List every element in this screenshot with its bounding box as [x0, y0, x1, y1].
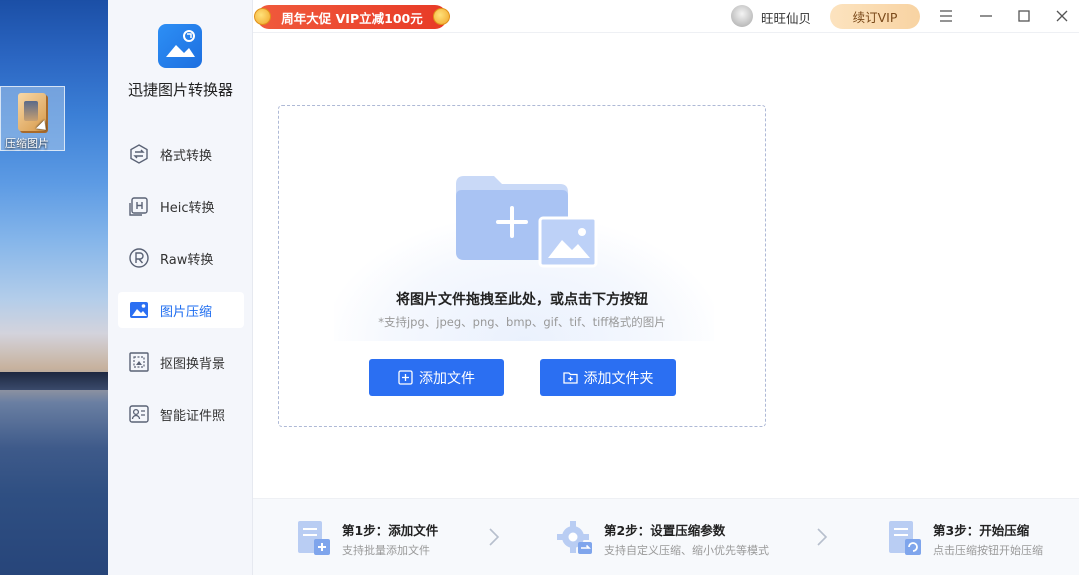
sidebar-item-label: 图片压缩	[160, 304, 213, 320]
app-logo-icon	[158, 24, 202, 68]
add-file-button[interactable]: 添加文件	[369, 359, 504, 396]
desktop-icon-label: 压缩图片	[5, 137, 49, 150]
start-compress-step-icon	[889, 521, 921, 555]
step-title: 第2步：设置压缩参数	[604, 523, 726, 538]
sidebar-item-label: Heic转换	[160, 200, 215, 216]
promo-text: 周年大促 VIP立减100元	[281, 10, 423, 26]
sidebar-item-label: 格式转换	[160, 148, 213, 164]
drop-zone-subtitle: *支持jpg、jpeg、png、bmp、gif、tif、tiff格式的图片	[378, 315, 666, 329]
settings-step-icon	[557, 521, 592, 554]
id-photo-icon	[129, 405, 149, 423]
coin-icon	[433, 8, 450, 25]
sidebar-item-heic[interactable]: Heic转换	[118, 188, 244, 224]
maximize-icon[interactable]	[1014, 6, 1034, 26]
add-file-step-icon	[298, 521, 330, 555]
add-file-icon	[398, 370, 413, 385]
heic-icon	[129, 197, 148, 216]
format-convert-icon	[130, 144, 148, 164]
step-desc: 支持自定义压缩、缩小优先等模式	[604, 544, 769, 557]
steps-bar: 第1步：添加文件 支持批量添加文件 第2步：设置压缩参数 支持自定义压缩、缩小优…	[253, 498, 1079, 575]
app-name: 迅捷图片转换器	[127, 81, 233, 99]
avatar[interactable]	[731, 5, 753, 27]
sidebar-item-id-photo[interactable]: 智能证件照	[118, 396, 244, 432]
sidebar-item-format-convert[interactable]: 格式转换	[118, 136, 244, 172]
image-compress-icon	[130, 302, 148, 318]
chevron-right-icon	[489, 528, 500, 546]
sidebar-item-label: Raw转换	[160, 252, 214, 268]
step-desc: 支持批量添加文件	[342, 544, 430, 557]
desktop-horizon	[0, 372, 108, 390]
close-icon[interactable]	[1052, 6, 1072, 26]
cutout-icon	[129, 352, 149, 372]
add-folder-button[interactable]: 添加文件夹	[540, 359, 676, 396]
step-desc: 点击压缩按钮开始压缩	[933, 544, 1043, 557]
user-name[interactable]: 旺旺仙贝	[761, 8, 811, 27]
coin-icon	[254, 8, 271, 25]
sidebar-item-image-compress[interactable]: 图片压缩	[118, 292, 244, 328]
renew-vip-button[interactable]: 续订VIP	[830, 4, 920, 29]
file-drop-zone[interactable]: 将图片文件拖拽至此处，或点击下方按钮 *支持jpg、jpeg、png、bmp、g…	[278, 105, 766, 427]
add-folder-label: 添加文件夹	[583, 370, 654, 387]
sidebar-item-raw[interactable]: Raw转换	[118, 240, 244, 276]
step-title: 第3步：开始压缩	[933, 523, 1030, 538]
app-window: 迅捷图片转换器 格式转换 Heic转换 Raw转换 图片压缩 抠图换背景 智能证…	[108, 0, 1079, 575]
sidebar-item-cutout[interactable]: 抠图换背景	[118, 344, 244, 380]
desktop-file-icon[interactable]: 压缩图片	[0, 86, 65, 151]
desktop-background: 压缩图片	[0, 0, 108, 575]
menu-icon[interactable]	[936, 6, 956, 26]
sidebar: 迅捷图片转换器 格式转换 Heic转换 Raw转换 图片压缩 抠图换背景 智能证…	[108, 0, 253, 575]
chevron-right-icon	[817, 528, 828, 546]
add-folder-icon	[562, 372, 578, 384]
sidebar-item-label: 智能证件照	[160, 408, 226, 424]
drop-zone-title: 将图片文件拖拽至此处，或点击下方按钮	[396, 292, 648, 308]
minimize-icon[interactable]	[976, 6, 996, 26]
title-bar: 周年大促 VIP立减100元 旺旺仙贝 续订VIP	[253, 0, 1079, 33]
promo-banner[interactable]: 周年大促 VIP立减100元	[254, 5, 450, 29]
add-file-label: 添加文件	[419, 370, 475, 387]
step-title: 第1步：添加文件	[342, 523, 439, 538]
add-folder-illustration-icon	[456, 176, 598, 268]
sidebar-item-label: 抠图换背景	[160, 356, 226, 372]
raw-icon	[129, 248, 149, 268]
